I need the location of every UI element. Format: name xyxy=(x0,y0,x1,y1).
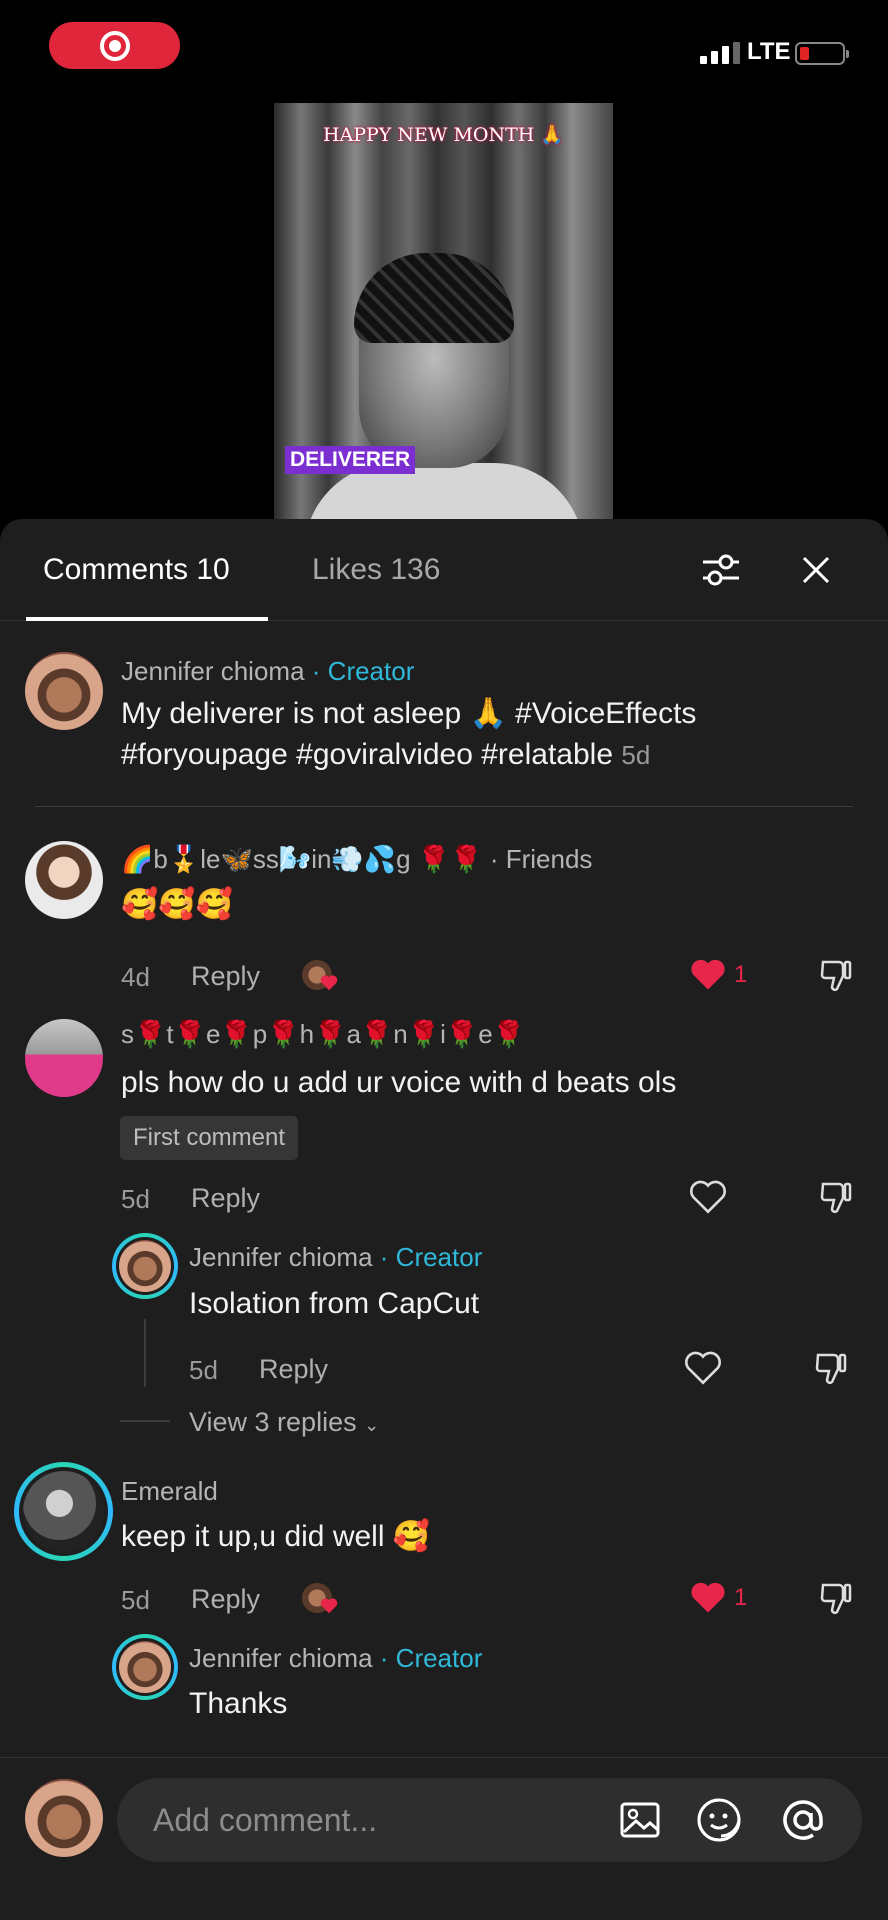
image-icon[interactable] xyxy=(616,1796,664,1844)
comment-time: 5d xyxy=(121,1585,150,1615)
tab-comments[interactable]: Comments 10 xyxy=(43,553,230,587)
network-type: LTE xyxy=(747,38,791,65)
like-count: 1 xyxy=(734,961,748,988)
avatar[interactable] xyxy=(23,1471,104,1552)
tab-bar: Comments 10 Likes 136 xyxy=(0,519,888,621)
comments-sheet: Comments 10 Likes 136 Jennifer chioma · … xyxy=(0,519,888,1920)
like-count: 1 xyxy=(734,1584,748,1611)
video-overlay-title: HAPPY NEW MONTH 🙏 xyxy=(322,124,565,146)
avatar[interactable] xyxy=(119,1240,171,1292)
comment-input[interactable]: Add comment... xyxy=(117,1778,862,1862)
view-replies-button[interactable]: View 3 replies ⌄ xyxy=(189,1407,379,1438)
like-heart-icon[interactable] xyxy=(688,1179,728,1215)
dislike-icon[interactable] xyxy=(817,956,855,994)
creator-badge: · Creator xyxy=(379,1242,483,1272)
close-icon[interactable] xyxy=(796,550,836,590)
reply-button[interactable]: Reply xyxy=(191,1584,260,1615)
comment-author[interactable]: Emerald xyxy=(121,1476,218,1507)
view-replies-line xyxy=(120,1420,170,1422)
tab-likes[interactable]: Likes 136 xyxy=(312,553,440,587)
reply-text: Thanks xyxy=(189,1687,288,1720)
friends-label: · Friends xyxy=(489,844,593,874)
signal-icon xyxy=(700,42,740,64)
comment-time: 4d xyxy=(121,962,150,992)
video-subject-headwrap xyxy=(354,253,514,343)
comment-author[interactable]: Jennifer chioma · Creator xyxy=(121,656,414,687)
thread-line xyxy=(144,1319,146,1387)
comment-text: 🥰🥰🥰 xyxy=(121,888,234,921)
mention-icon[interactable] xyxy=(779,1796,827,1844)
like-heart-icon[interactable] xyxy=(690,959,726,991)
reply-author[interactable]: Jennifer chioma · Creator xyxy=(189,1242,482,1273)
comment-time: 5d xyxy=(121,1184,150,1214)
record-icon xyxy=(99,30,130,61)
reply-time: 5d xyxy=(189,1355,218,1385)
reply-button[interactable]: Reply xyxy=(259,1354,328,1385)
avatar[interactable] xyxy=(25,841,103,919)
dislike-icon[interactable] xyxy=(812,1349,850,1387)
comment-time: 5d xyxy=(621,740,651,770)
like-heart-icon[interactable] xyxy=(683,1350,723,1386)
reply-button[interactable]: Reply xyxy=(191,1183,260,1214)
reply-button[interactable]: Reply xyxy=(191,961,260,992)
video-tag-label: DELIVERER xyxy=(285,446,416,474)
creator-badge: · Creator xyxy=(379,1643,483,1673)
comment-author[interactable]: s🌹t🌹e🌹p🌹h🌹a🌹n🌹i🌹e🌹 xyxy=(121,1019,525,1050)
comment-text-line2: #foryoupage #goviralvideo #relatable 5d xyxy=(121,738,651,771)
creator-badge: · Creator xyxy=(311,656,415,686)
filter-icon[interactable] xyxy=(700,549,742,591)
avatar[interactable] xyxy=(25,652,103,730)
video-preview[interactable]: HAPPY NEW MONTH 🙏 DELIVERER xyxy=(274,103,613,519)
comment-author[interactable]: 🌈b🎖️le🦋ss🌬️in💨💦g 🌹🌹 · Friends xyxy=(121,844,592,875)
avatar[interactable] xyxy=(119,1641,171,1693)
like-heart-icon[interactable] xyxy=(690,1582,726,1614)
battery-icon xyxy=(795,42,849,65)
dislike-icon[interactable] xyxy=(817,1579,855,1617)
avatar[interactable] xyxy=(25,1019,103,1097)
divider xyxy=(35,806,853,807)
sticker-icon[interactable] xyxy=(695,1796,743,1844)
comment-text: My deliverer is not asleep 🙏 #VoiceEffec… xyxy=(121,697,697,730)
comment-text: keep it up,u did well 🥰 xyxy=(121,1520,431,1553)
status-bar: LTE xyxy=(0,0,888,100)
comment-composer: Add comment... xyxy=(0,1757,888,1920)
reply-author[interactable]: Jennifer chioma · Creator xyxy=(189,1643,482,1674)
reply-text: Isolation from CapCut xyxy=(189,1287,480,1320)
my-avatar[interactable] xyxy=(25,1779,103,1857)
screen-recording-indicator[interactable] xyxy=(49,22,180,69)
chevron-down-icon: ⌄ xyxy=(364,1415,380,1435)
creator-liked-heart-icon xyxy=(320,975,338,991)
first-comment-badge: First comment xyxy=(120,1116,299,1160)
comment-input-placeholder: Add comment... xyxy=(153,1802,378,1838)
creator-liked-heart-icon xyxy=(320,1598,338,1614)
comment-text: pls how do u add ur voice with d beats o… xyxy=(121,1066,677,1099)
active-tab-indicator xyxy=(26,617,268,621)
dislike-icon[interactable] xyxy=(817,1178,855,1216)
